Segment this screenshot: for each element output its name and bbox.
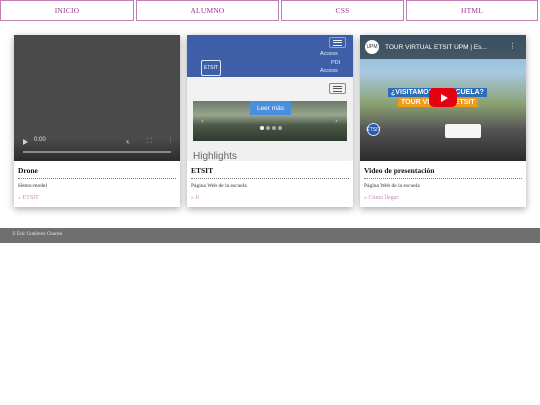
fullscreen-icon[interactable]: ⛶ [147, 137, 152, 146]
etsit-logo: ETSIT [201, 60, 221, 76]
page-footer: © Eric Gutiérrez Chacón [0, 228, 540, 243]
top-nav: INICIO ALUMNO CSS HTML [0, 0, 540, 21]
card-title: ETSIT [191, 166, 214, 175]
menu-icon[interactable] [329, 37, 346, 48]
channel-avatar-icon[interactable]: UPM [365, 40, 379, 54]
card-divider [191, 178, 349, 179]
youtube-embed[interactable]: UPM TOUR VIRTUAL ETSIT UPM | Es... ⋮ ¿VI… [360, 35, 526, 161]
mute-icon[interactable]: 🔇︎ [126, 138, 130, 147]
nav-css-button[interactable]: CSS [281, 0, 404, 21]
play-icon[interactable] [23, 139, 28, 145]
video-progress-bar[interactable] [23, 151, 171, 153]
etsit-badge-icon: ETSIT [366, 123, 381, 136]
more-options-icon[interactable]: ⋮ [509, 42, 516, 50]
etsit-web-preview[interactable]: Access PDI Access ETSIT Leer más ‹ › Hig… [187, 35, 353, 161]
chevron-right-icon[interactable]: › [335, 117, 338, 125]
card-title: Video de presentación [364, 166, 435, 175]
card-etsit: Access PDI Access ETSIT Leer más ‹ › Hig… [187, 35, 353, 207]
menu-icon-secondary[interactable] [329, 83, 346, 94]
read-more-button[interactable]: Leer más [250, 101, 291, 115]
footer-copyright: © Eric Gutiérrez Chacón [12, 232, 63, 237]
video-time: 0:00 [34, 137, 46, 143]
card-presentation-video: UPM TOUR VIRTUAL ETSIT UPM | Es... ⋮ ¿VI… [360, 35, 526, 207]
card-link[interactable]: » Cómo llegar [364, 195, 398, 201]
card-divider [18, 178, 176, 179]
card-divider [364, 178, 522, 179]
card-drone: 0:00 🔇︎ ⛶ ⋮ Drone Hemo-model » ETSIT [14, 35, 180, 207]
preview-heading: Highlights [193, 151, 237, 161]
card-title: Drone [18, 166, 38, 175]
card-link[interactable]: » ETSIT [18, 195, 39, 201]
nav-alumno-button[interactable]: ALUMNO [136, 0, 279, 21]
youtube-video-title[interactable]: TOUR VIRTUAL ETSIT UPM | Es... [385, 44, 487, 51]
more-options-icon[interactable]: ⋮ [167, 136, 174, 144]
drone-video-player[interactable]: 0:00 🔇︎ ⛶ ⋮ [14, 35, 180, 161]
card-description: Hemo-model [18, 183, 48, 189]
preview-link-access[interactable]: Access [320, 51, 338, 57]
youtube-play-button[interactable] [429, 88, 457, 107]
card-description: Página Web de la escuela [364, 183, 420, 189]
nav-html-button[interactable]: HTML [406, 0, 538, 21]
card-link[interactable]: » Ir [191, 195, 200, 201]
preview-link-pdi[interactable]: PDI [331, 60, 340, 66]
carousel-dots[interactable] [260, 126, 282, 130]
thumbnail-van [445, 124, 481, 138]
play-icon [440, 93, 448, 102]
nav-inicio-button[interactable]: INICIO [0, 0, 134, 21]
preview-link-access-2[interactable]: Access [320, 68, 338, 74]
card-description: Página Web de la escuela [191, 183, 247, 189]
chevron-left-icon[interactable]: ‹ [201, 117, 204, 125]
